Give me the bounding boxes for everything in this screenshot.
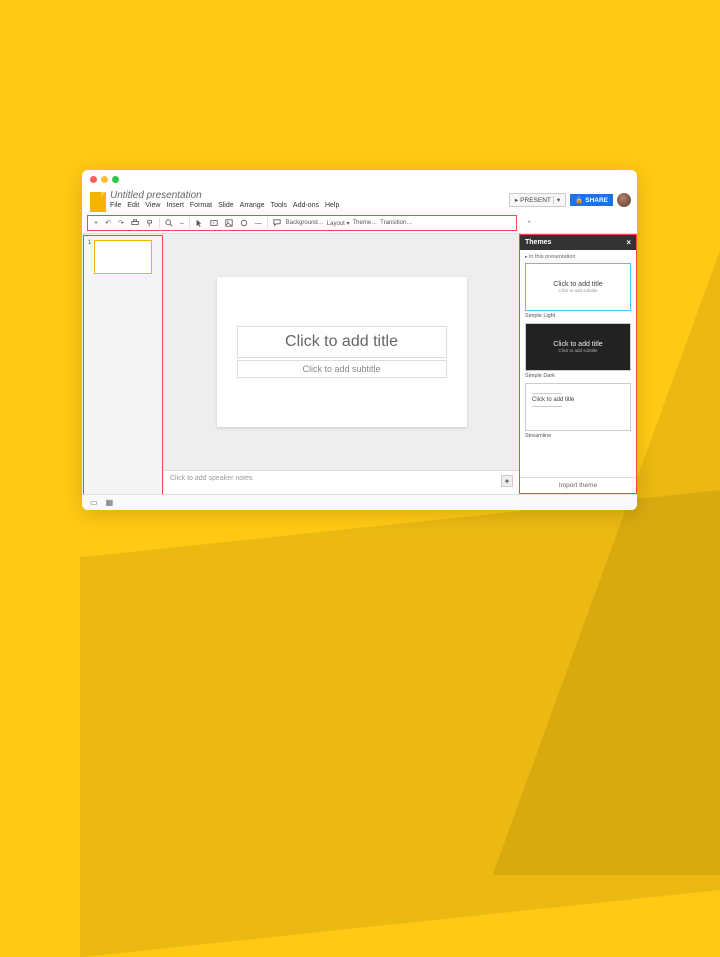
toolbar: + ↶ ↷ – T — Background… Layout ▾ Theme… … [87,215,517,231]
speaker-notes[interactable]: Click to add speaker notes ✦ [164,470,519,494]
slide-title-placeholder[interactable]: Click to add title [237,326,447,358]
close-icon[interactable]: × [626,238,631,247]
print-button[interactable] [129,218,141,228]
menu-view[interactable]: View [145,202,160,209]
window-close-dot[interactable] [90,176,97,183]
account-avatar[interactable] [617,193,631,207]
themes-title: Themes [525,239,551,246]
themes-header: Themes × [520,235,636,250]
present-button[interactable]: ▸ PRESENT ▾ [509,193,566,207]
background-button[interactable]: Background… [286,220,324,226]
theme-card-current[interactable]: Click to add title Click to add subtitle [525,263,631,311]
menu-edit[interactable]: Edit [127,202,139,209]
import-theme-button[interactable]: Import theme [520,477,636,493]
zoom-out-button[interactable]: – [178,219,186,228]
explore-button[interactable]: ✦ [501,475,513,487]
speaker-notes-placeholder: Click to add speaker notes [170,475,253,482]
slide[interactable]: Click to add title Click to add subtitle [217,277,467,427]
menu-addons[interactable]: Add-ons [293,202,319,209]
window-minimize-dot[interactable] [101,176,108,183]
select-tool[interactable] [193,218,205,228]
theme-card-title: Click to add title [553,341,602,348]
app-header: Untitled presentation File Edit View Ins… [82,188,637,212]
app-window: Untitled presentation File Edit View Ins… [82,170,637,510]
menubar: File Edit View Insert Format Slide Arran… [110,202,509,209]
undo-button[interactable]: ↶ [103,218,113,228]
present-icon: ▸ [515,196,518,204]
theme-card-dark[interactable]: Click to add title Click to add subtitle [525,323,631,371]
theme-card-subtitle: Click to add subtitle [558,288,597,293]
thumbnail-1[interactable]: 1 [88,240,158,274]
paint-format-button[interactable] [144,218,156,228]
themes-section-label: In this presentation [525,254,631,260]
slides-logo-icon [90,192,106,212]
themes-panel: Themes × In this presentation Click to a… [519,234,637,494]
menu-help[interactable]: Help [325,202,339,209]
grid-view-icon[interactable]: ▦ [106,498,114,507]
thumbnail-index: 1 [88,240,91,274]
document-title[interactable]: Untitled presentation [110,190,509,201]
theme-button[interactable]: Theme… [352,220,377,226]
zoom-button[interactable] [163,218,175,228]
slide-thumbnails-panel: 1 [83,235,163,494]
menu-format[interactable]: Format [190,202,212,209]
collapse-toolbar-icon[interactable]: ⌃ [526,220,532,228]
filmstrip-view-icon[interactable]: ▭ [90,498,98,507]
textbox-tool[interactable]: T [208,218,220,228]
bottom-bar: ▭ ▦ [82,494,637,510]
line-tool[interactable]: — [253,219,264,228]
menu-insert[interactable]: Insert [166,202,184,209]
lock-icon: 🔒 [575,196,583,204]
comment-button[interactable] [271,218,283,228]
menu-tools[interactable]: Tools [271,202,287,209]
mac-titlebar [82,170,637,188]
shape-tool[interactable] [238,218,250,228]
theme-card-title: Click to add title [553,281,602,288]
menu-slide[interactable]: Slide [218,202,234,209]
redo-button[interactable]: ↷ [116,218,126,228]
new-slide-button[interactable]: + [92,219,100,228]
menu-file[interactable]: File [110,202,121,209]
thumbnail-preview [94,240,152,274]
transition-button[interactable]: Transition… [380,220,412,226]
theme-card-subtitle: Click to add subtitle [558,348,597,353]
theme-name-dark: Simple Dark [525,373,631,379]
present-label: PRESENT [520,197,551,204]
window-zoom-dot[interactable] [112,176,119,183]
menu-arrange[interactable]: Arrange [240,202,265,209]
canvas-area: Click to add title Click to add subtitle… [164,234,519,494]
present-dropdown-icon[interactable]: ▾ [553,196,560,204]
theme-name-streamline: Streamline [525,433,631,439]
theme-card-title: Click to add title [532,397,574,403]
layout-button[interactable]: Layout ▾ [327,220,350,227]
svg-text:T: T [212,221,215,226]
theme-name-light: Simple Light [525,313,631,319]
slide-subtitle-placeholder[interactable]: Click to add subtitle [237,360,447,378]
theme-card-streamline[interactable]: Click to add title [525,383,631,431]
share-button[interactable]: 🔒 SHARE [570,194,613,206]
workspace: 1 Click to add title Click to add subtit… [82,233,637,494]
image-tool[interactable] [223,218,235,228]
share-label: SHARE [585,197,608,204]
